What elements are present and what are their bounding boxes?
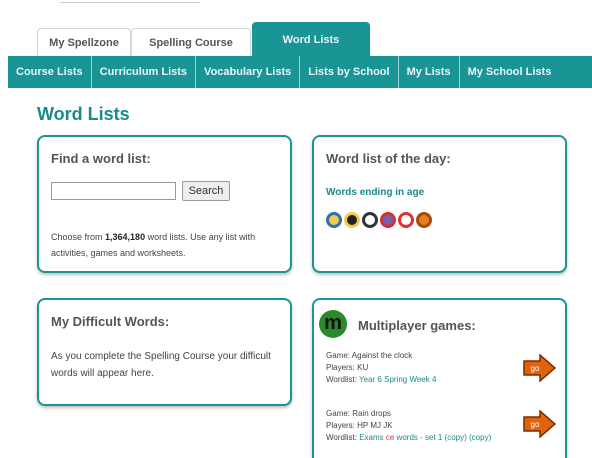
difficult-panel-title: My Difficult Words:	[51, 314, 170, 329]
top-divider	[60, 0, 200, 3]
activity-icon-4[interactable]	[380, 212, 396, 228]
game-name: Game: Rain drops	[326, 409, 391, 418]
tab-spelling-course[interactable]: Spelling Course	[131, 28, 251, 56]
activity-icons	[326, 212, 432, 228]
multiplayer-games-panel: m Multiplayer games: Game: Against the c…	[312, 298, 567, 458]
tab-my-spellzone[interactable]: My Spellzone	[37, 28, 131, 56]
wordlist-part: words - set 1 (copy) (copy)	[394, 433, 492, 442]
game-players: Players: KU	[326, 363, 369, 372]
top-strip	[0, 0, 592, 10]
subnav-vocabulary-lists[interactable]: Vocabulary Lists	[196, 56, 301, 88]
go-label: go	[531, 420, 540, 429]
wordlist-link[interactable]: Year 6 Spring Week 4	[359, 375, 436, 384]
word-list-count: 1,364,180	[105, 232, 146, 242]
multiplayer-panel-title: Multiplayer games:	[358, 318, 476, 333]
football-icon[interactable]	[362, 212, 378, 228]
game-wordlist: Wordlist: Year 6 Spring Week 4	[326, 374, 536, 386]
word-list-of-day-panel: Word list of the day: Words ending in ag…	[312, 135, 567, 273]
activity-icon-5[interactable]	[398, 212, 414, 228]
subnav-course-lists[interactable]: Course Lists	[8, 56, 92, 88]
wordlist-link[interactable]: Exams ce words - set 1 (copy) (copy)	[359, 433, 491, 442]
subnav-my-lists[interactable]: My Lists	[399, 56, 460, 88]
game-entry: Game: Against the clock Players: KU Word…	[326, 350, 536, 386]
find-description: Choose from 1,364,180 word lists. Use an…	[51, 229, 281, 261]
wordlist-label: Wordlist:	[326, 433, 360, 442]
word-list-of-day-link[interactable]: Words ending in age	[326, 187, 424, 198]
subnav-my-school-lists[interactable]: My School Lists	[460, 56, 560, 88]
go-arrow-button[interactable]: go	[522, 410, 556, 438]
difficult-words-panel: My Difficult Words: As you complete the …	[37, 298, 292, 406]
wordlist-label: Wordlist:	[326, 375, 360, 384]
game-entry: Game: Rain drops Players: HP MJ JK Wordl…	[326, 408, 536, 444]
main-tabs: My Spellzone Spelling Course Word Lists	[0, 22, 592, 56]
activity-icon-1[interactable]	[326, 212, 342, 228]
game-wordlist: Wordlist: Exams ce words - set 1 (copy) …	[326, 432, 536, 444]
subnav-lists-by-school[interactable]: Lists by School	[300, 56, 399, 88]
search-input[interactable]	[51, 182, 176, 200]
wordlist-part: Exams	[359, 433, 386, 442]
subnav-curriculum-lists[interactable]: Curriculum Lists	[92, 56, 197, 88]
go-label: go	[531, 364, 540, 373]
search-button[interactable]: Search	[182, 181, 230, 201]
activity-icon-6[interactable]	[416, 212, 432, 228]
find-panel-title: Find a word list:	[51, 151, 151, 166]
activity-icon-2[interactable]	[344, 212, 360, 228]
difficult-description: As you complete the Spelling Course your…	[51, 351, 271, 379]
go-arrow-button[interactable]: go	[522, 354, 556, 382]
multiplayer-logo-icon: m	[319, 310, 347, 338]
day-panel-title: Word list of the day:	[326, 151, 451, 166]
sub-navigation: Course Lists Curriculum Lists Vocabulary…	[8, 56, 592, 88]
game-name: Game: Against the clock	[326, 351, 413, 360]
page-title: Word Lists	[37, 104, 130, 124]
desc-prefix: Choose from	[51, 232, 106, 242]
game-players: Players: HP MJ JK	[326, 421, 393, 430]
tab-word-lists[interactable]: Word Lists	[252, 22, 370, 56]
find-word-list-panel: Find a word list: Search Choose from 1,3…	[37, 135, 292, 273]
